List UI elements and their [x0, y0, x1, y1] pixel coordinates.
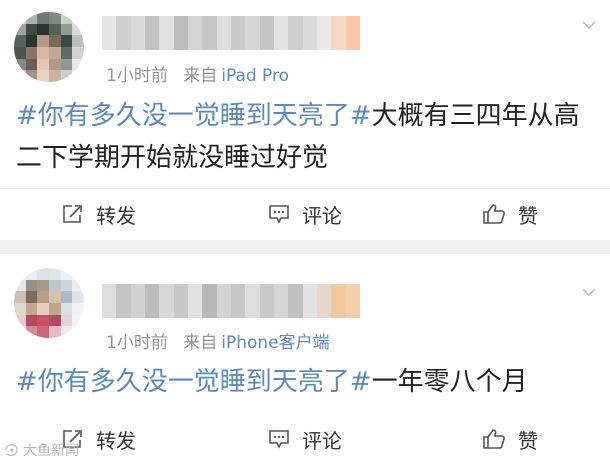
chevron-down-icon[interactable]	[582, 18, 596, 32]
post-time: 1小时前	[106, 333, 168, 353]
watermark-text: 大鱼新闻	[23, 443, 79, 459]
action-bar: 转发 评论 赞	[0, 414, 610, 464]
post-source[interactable]: iPhone客户端	[221, 333, 329, 353]
source-prefix: 来自	[183, 333, 218, 353]
share-icon	[63, 205, 82, 223]
comment-label: 评论	[302, 203, 342, 228]
like-button[interactable]: 赞	[482, 414, 538, 464]
share-label: 转发	[96, 428, 136, 453]
post-content: 一年零八个月	[371, 367, 528, 397]
action-bar: 转发 评论 赞	[0, 188, 610, 239]
post-meta: 1小时前 来自 iPhone客户端	[106, 328, 330, 353]
post-separator	[0, 240, 610, 254]
avatar[interactable]	[14, 268, 84, 338]
like-label: 赞	[518, 203, 538, 228]
post-time: 1小时前	[106, 66, 168, 86]
post-text: #你有多久没一觉睡到天亮了#大概有三四年从高二下学期开始就没睡过好觉	[16, 95, 596, 179]
like-button[interactable]: 赞	[482, 189, 538, 239]
like-label: 赞	[518, 428, 538, 453]
comment-button[interactable]: 评论	[268, 189, 342, 239]
comment-icon	[269, 430, 289, 449]
comment-icon	[269, 205, 289, 224]
watermark-logo-icon	[5, 444, 18, 457]
post-meta: 1小时前 来自 iPad Pro	[106, 61, 289, 86]
chevron-down-icon[interactable]	[582, 285, 596, 299]
comment-label: 评论	[302, 428, 342, 453]
weibo-post-2: 1小时前 来自 iPhone客户端 #你有多久没一觉睡到天亮了#一年零八个月 转发…	[0, 254, 610, 467]
username-blurred[interactable]	[102, 284, 360, 318]
share-button[interactable]: 转发	[62, 189, 136, 239]
post-source[interactable]: iPad Pro	[221, 66, 289, 86]
hashtag-link[interactable]: #你有多久没一觉睡到天亮了#	[16, 101, 372, 131]
weibo-post-1: 1小时前 来自 iPad Pro #你有多久没一觉睡到天亮了#大概有三四年从高二下…	[0, 0, 610, 240]
username-blurred[interactable]	[102, 16, 360, 50]
comment-button[interactable]: 评论	[268, 414, 342, 464]
like-icon	[483, 204, 505, 224]
hashtag-link[interactable]: #你有多久没一觉睡到天亮了#	[16, 367, 372, 397]
source-prefix: 来自	[183, 66, 218, 86]
avatar[interactable]	[14, 12, 84, 82]
watermark: 大鱼新闻	[4, 440, 79, 460]
share-label: 转发	[96, 203, 136, 228]
like-icon	[483, 429, 505, 449]
post-text: #你有多久没一觉睡到天亮了#一年零八个月	[16, 361, 596, 403]
